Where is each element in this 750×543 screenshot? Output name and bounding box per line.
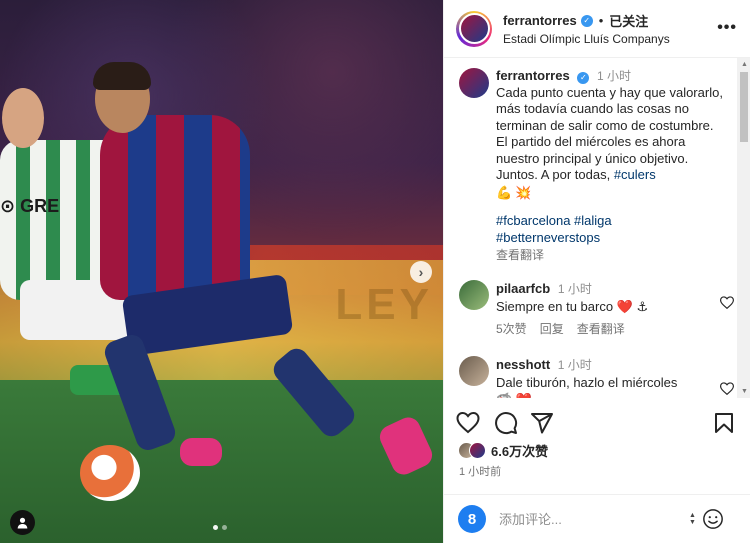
like-comment-heart-icon[interactable] bbox=[720, 296, 734, 309]
heart-emoji: ❤️ bbox=[516, 392, 532, 398]
comment-icon[interactable] bbox=[494, 411, 518, 435]
like-comment-heart-icon[interactable] bbox=[720, 382, 734, 395]
scroll-down-arrow-icon[interactable]: ▼ bbox=[741, 388, 748, 395]
follow-status-button[interactable]: 已关注 bbox=[609, 11, 648, 30]
carousel-dot bbox=[213, 525, 218, 530]
post-timestamp[interactable]: 1 小时前 bbox=[459, 463, 501, 479]
pitch-grass bbox=[0, 380, 443, 543]
verified-badge-icon: ✓ bbox=[580, 14, 593, 27]
commenter-avatar[interactable] bbox=[459, 280, 489, 310]
commenter-username[interactable]: pilaarfcb bbox=[496, 281, 550, 296]
football bbox=[80, 445, 140, 501]
collision-emoji: 💥 bbox=[515, 184, 532, 200]
post-header: ferrantorres ✓ • 已关注 Estadi Olímpic Lluí… bbox=[444, 0, 750, 58]
hashtag-link[interactable]: #culers bbox=[614, 167, 656, 182]
comment-time[interactable]: 1 小时 bbox=[558, 282, 592, 296]
betis-player-head bbox=[2, 88, 44, 148]
scrollbar-thumb[interactable] bbox=[740, 72, 748, 142]
post-detail-panel: ferrantorres ✓ • 已关注 Estadi Olímpic Lluí… bbox=[443, 0, 750, 543]
betis-sponsor-logo: ⊙ GRE bbox=[0, 196, 60, 216]
barca-player-hair bbox=[93, 62, 151, 90]
shark-emoji: 🦈 bbox=[496, 392, 512, 398]
caption-time[interactable]: 1 小时 bbox=[597, 69, 631, 83]
comments-scrollbar[interactable]: ▲ ▼ bbox=[737, 58, 750, 398]
tagged-users-button[interactable] bbox=[10, 510, 35, 535]
caption-username[interactable]: ferrantorres bbox=[496, 68, 570, 83]
stepper-down-icon[interactable]: ▼ bbox=[689, 519, 696, 526]
hashtag-links-line1[interactable]: #fcbarcelona #laliga bbox=[496, 213, 728, 230]
post-actions bbox=[456, 411, 741, 435]
more-options-icon[interactable]: ••• bbox=[717, 19, 737, 37]
carousel-dots bbox=[213, 525, 227, 530]
comment-item: pilaarfcb 1 小时 Siempre en tu barco ❤️ ⚓ … bbox=[459, 280, 734, 338]
commenter-avatar[interactable] bbox=[459, 356, 489, 386]
input-stepper[interactable]: ▲ ▼ bbox=[689, 512, 696, 526]
send-icon[interactable] bbox=[530, 411, 554, 435]
advertising-board-text: LEY bbox=[335, 280, 433, 329]
separator-dot: • bbox=[598, 13, 604, 28]
hashtag-links-line2[interactable]: #betterneverstops bbox=[496, 230, 728, 247]
smile-emoji-icon[interactable] bbox=[702, 508, 724, 530]
caption-text: Cada punto cuenta y hay que valorarlo, m… bbox=[496, 84, 723, 183]
reply-button[interactable]: 回复 bbox=[540, 321, 564, 338]
avatar-image bbox=[458, 13, 490, 44]
heart-emoji: ❤️ bbox=[616, 299, 633, 314]
post-caption: ferrantorres ✓ 1 小时 Cada punto cuenta y … bbox=[459, 68, 734, 264]
comment-item: nesshott 1 小时 Dale tiburón, hazlo el mié… bbox=[459, 356, 734, 398]
heart-icon[interactable] bbox=[456, 411, 480, 435]
emoji-picker-badge-icon[interactable]: 8 bbox=[458, 505, 486, 533]
see-translation-link[interactable]: 查看翻译 bbox=[577, 321, 625, 338]
comment-text: Siempre en tu barco bbox=[496, 299, 614, 314]
comment-likes-count[interactable]: 5次赞 bbox=[496, 321, 527, 338]
bookmark-icon[interactable] bbox=[712, 411, 736, 435]
barca-player-shirt bbox=[100, 115, 250, 300]
comment-input[interactable] bbox=[499, 511, 674, 527]
verified-badge-icon: ✓ bbox=[577, 72, 590, 85]
author-avatar[interactable] bbox=[456, 10, 492, 47]
likes-summary[interactable]: 6.6万次赞 bbox=[458, 441, 548, 460]
caption-emojis: 💪 💥 bbox=[496, 185, 728, 202]
caption-avatar[interactable] bbox=[459, 68, 489, 98]
comment-text: Dale tiburón, hazlo el miércoles bbox=[496, 375, 678, 390]
likes-count[interactable]: 6.6万次赞 bbox=[491, 441, 548, 460]
barca-player-left-boot bbox=[180, 438, 222, 466]
author-username[interactable]: ferrantorres bbox=[503, 13, 577, 28]
user-icon bbox=[17, 517, 28, 529]
comments-section[interactable]: ferrantorres ✓ 1 小时 Cada punto cuenta y … bbox=[444, 58, 750, 398]
anchor-emoji: ⚓ bbox=[636, 299, 649, 314]
carousel-next-button[interactable]: › bbox=[410, 261, 432, 283]
stepper-up-icon[interactable]: ▲ bbox=[689, 512, 696, 519]
post-location[interactable]: Estadi Olímpic Lluís Companys bbox=[503, 32, 670, 46]
commenter-username[interactable]: nesshott bbox=[496, 357, 550, 372]
post-photo[interactable]: LEY ⊙ GRE › bbox=[0, 0, 443, 543]
flexed-biceps-emoji: 💪 bbox=[496, 184, 513, 200]
liker-avatar bbox=[469, 442, 486, 459]
see-translation-link[interactable]: 查看翻译 bbox=[496, 247, 728, 264]
scroll-up-arrow-icon[interactable]: ▲ bbox=[741, 61, 748, 68]
carousel-dot bbox=[222, 525, 227, 530]
comment-time[interactable]: 1 小时 bbox=[558, 358, 592, 372]
add-comment-bar: 8 ▲ ▼ bbox=[444, 494, 750, 543]
